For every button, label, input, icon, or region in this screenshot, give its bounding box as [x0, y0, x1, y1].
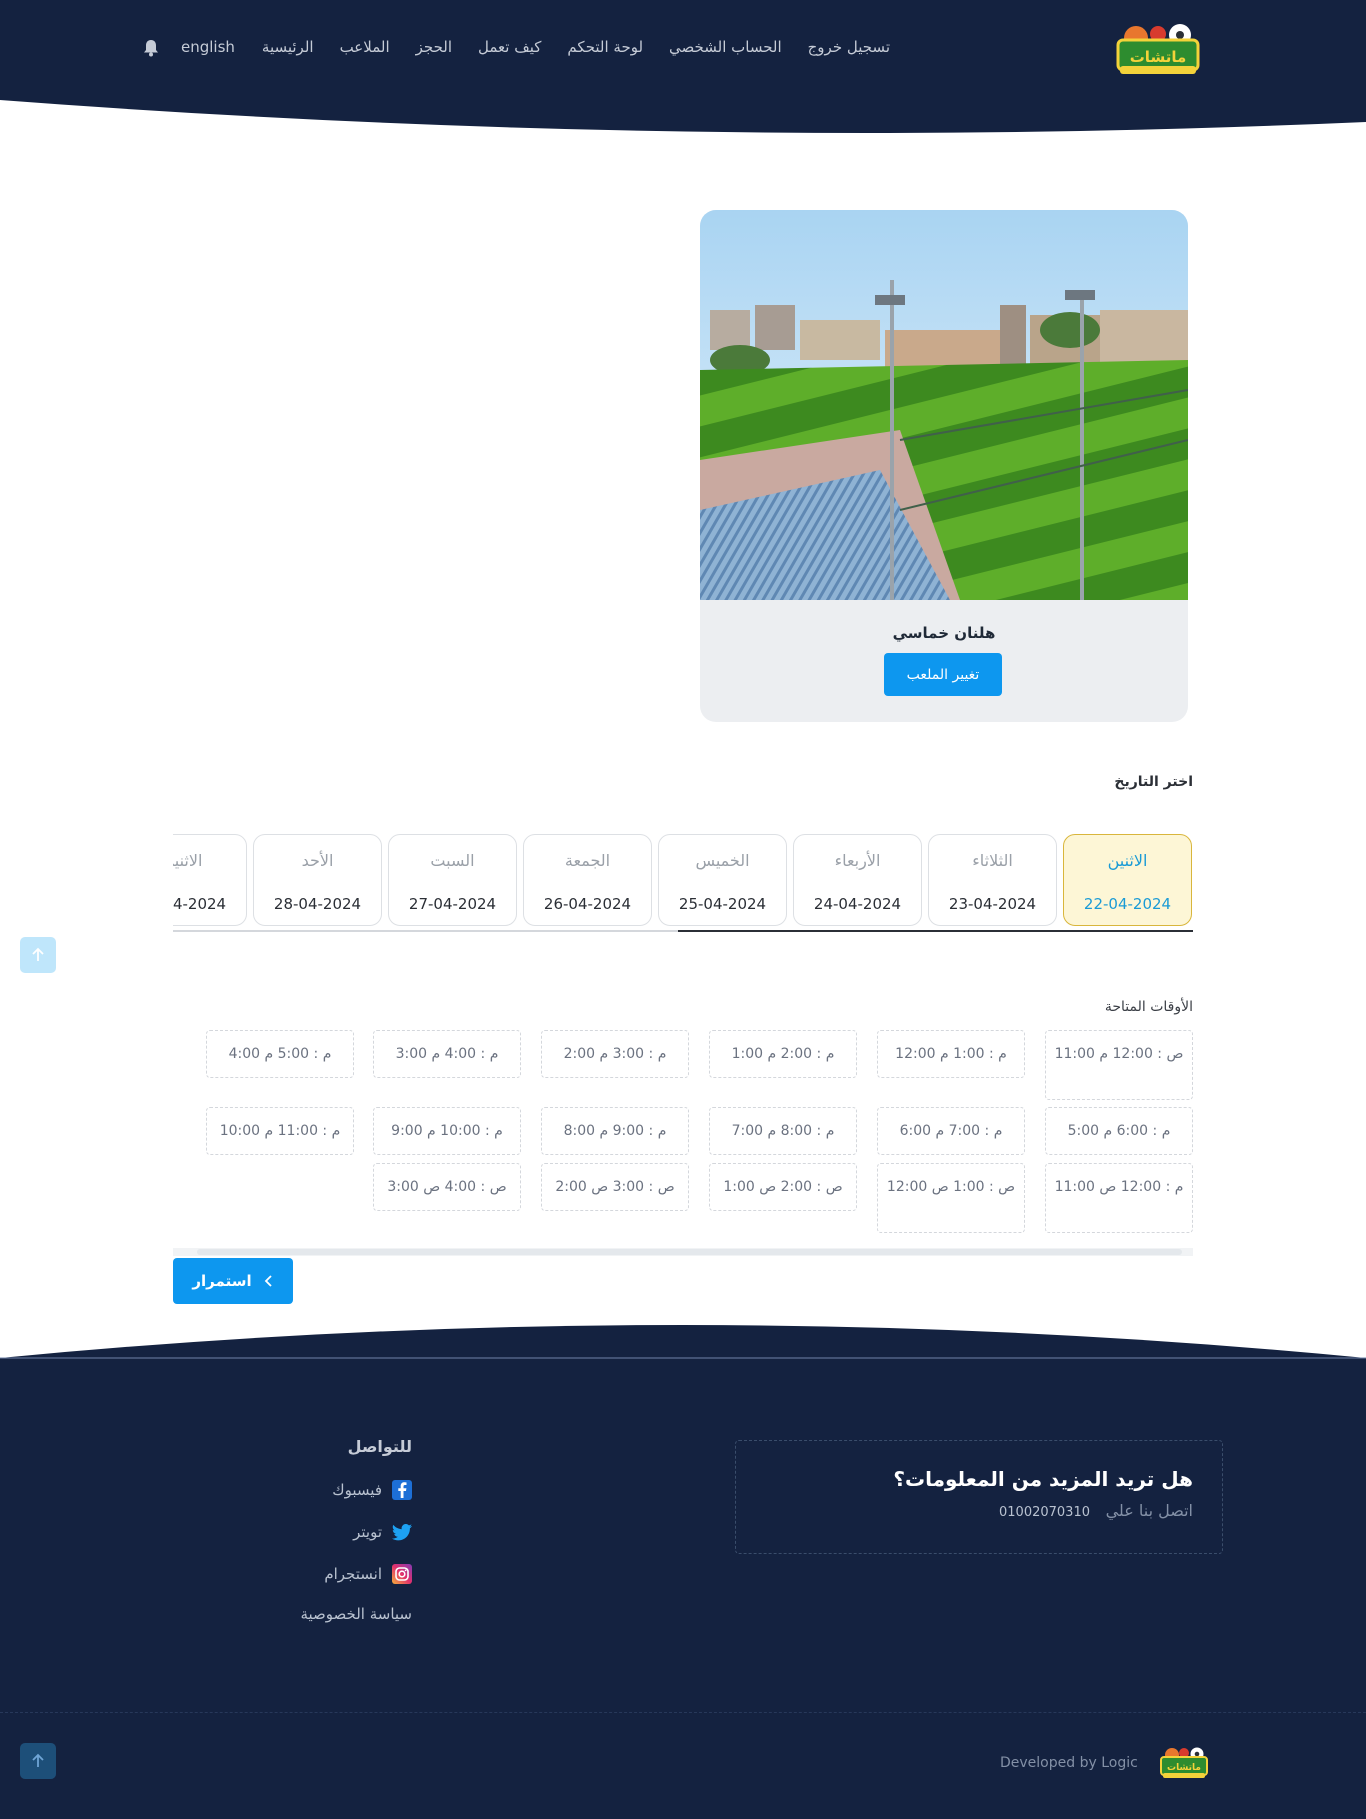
time-slot[interactable]: 2:00 ص : 3:00 ص — [541, 1163, 689, 1211]
footer-logo-text: ماتشات — [1167, 1763, 1201, 1773]
slots-scrollbar[interactable] — [173, 1248, 1193, 1256]
language-switch[interactable]: english — [181, 38, 235, 56]
contact-label: اتصل بنا علي — [1105, 1501, 1193, 1520]
developed-by: Developed by Logic — [1000, 1755, 1138, 1771]
time-slots: 11:00 ص : 12:00 م 12:00 م : 1:00 م 1:00 … — [173, 1028, 1193, 1258]
main-nav: الرئيسية الملاعب الحجز كيف تعمل لوحة الت… — [262, 38, 890, 56]
nav-booking[interactable]: الحجز — [416, 38, 452, 56]
nav-profile[interactable]: الحساب الشخصي — [669, 38, 782, 56]
info-box — [735, 1440, 1223, 1554]
footer-divider — [0, 1712, 1366, 1713]
date-tab-5[interactable]: السبت 27-04-2024 — [388, 834, 517, 926]
time-slot[interactable]: 12:00 م : 1:00 م — [877, 1030, 1025, 1078]
field-card — [700, 210, 1188, 722]
nav-logout[interactable]: تسجيل خروج — [808, 38, 890, 56]
nav-fields[interactable]: الملاعب — [340, 38, 390, 56]
scroll-top-button-footer[interactable] — [20, 1743, 56, 1779]
time-slot[interactable]: 11:00 ص : 12:00 م — [1045, 1030, 1193, 1100]
date-tab-7[interactable]: الاثنين 29-04-2024 — [173, 834, 247, 926]
date-tab-date: 23-04-2024 — [948, 895, 1037, 913]
continue-button[interactable]: استمرار — [173, 1258, 293, 1304]
date-tab-date: 22-04-2024 — [1083, 895, 1172, 913]
contact-phone[interactable]: 01002070310 — [999, 1505, 1090, 1520]
date-tab-0[interactable]: الاثنين 22-04-2024 — [1063, 834, 1192, 926]
time-slot[interactable]: 5:00 م : 6:00 م — [1045, 1107, 1193, 1155]
privacy-link[interactable]: سياسة الخصوصية — [300, 1605, 412, 1623]
date-tab-day: الاثنين — [1107, 851, 1148, 870]
date-scroll-thumb[interactable] — [678, 930, 1193, 932]
time-slot[interactable]: 12:00 ص : 1:00 ص — [877, 1163, 1025, 1233]
facebook-label: فيسبوك — [332, 1481, 382, 1499]
facebook-link[interactable]: فيسبوك — [332, 1480, 412, 1500]
twitter-label: تويتر — [353, 1523, 382, 1541]
site-header: ماتشات الرئيسية الملاعب الحجز كيف تعمل ل… — [0, 0, 1366, 135]
date-section-label: اختر التاريخ — [1114, 774, 1193, 790]
date-tab-date: 27-04-2024 — [408, 895, 497, 913]
arrow-up-icon — [32, 947, 44, 961]
time-slot[interactable]: 8:00 م : 9:00 م — [541, 1107, 689, 1155]
scroll-top-button[interactable] — [20, 937, 56, 973]
date-tab-date: 25-04-2024 — [678, 895, 767, 913]
time-slot[interactable]: 7:00 م : 8:00 م — [709, 1107, 857, 1155]
nav-how-it-works[interactable]: كيف تعمل — [478, 38, 541, 56]
date-tab-3[interactable]: الخميس 25-04-2024 — [658, 834, 787, 926]
footer-logo[interactable]: ماتشات — [1160, 1746, 1208, 1780]
date-tab-day: الأربعاء — [834, 851, 881, 870]
nav-dashboard[interactable]: لوحة التحكم — [567, 38, 643, 56]
field-name: هلنان خماسي — [892, 624, 996, 642]
twitter-icon — [392, 1522, 412, 1542]
site-logo[interactable]: ماتشات — [1116, 22, 1200, 78]
date-tab-day: الأحد — [301, 851, 334, 870]
continue-label: استمرار — [192, 1272, 252, 1290]
site-footer — [0, 1320, 1366, 1819]
instagram-link[interactable]: انستجرام — [324, 1564, 412, 1584]
field-photo — [700, 210, 1188, 600]
footer-wave-bg — [0, 1325, 1366, 1819]
date-tab-date: 29-04-2024 — [173, 895, 227, 913]
date-tab-2[interactable]: الأربعاء 24-04-2024 — [793, 834, 922, 926]
date-selector: الاثنين 22-04-2024 الثلاثاء 23-04-2024 ا… — [173, 832, 1193, 934]
time-slot[interactable]: 1:00 ص : 2:00 ص — [709, 1163, 857, 1211]
instagram-icon — [392, 1564, 412, 1584]
date-tab-date: 26-04-2024 — [543, 895, 632, 913]
date-tab-1[interactable]: الثلاثاء 23-04-2024 — [928, 834, 1057, 926]
date-tab-4[interactable]: الجمعة 26-04-2024 — [523, 834, 652, 926]
slots-scrollbar-thumb[interactable] — [197, 1249, 1182, 1255]
date-tab-day: الثلاثاء — [972, 851, 1013, 870]
date-tab-date: 28-04-2024 — [273, 895, 362, 913]
time-slot[interactable]: 11:00 م : 12:00 ص — [1045, 1163, 1193, 1233]
date-tab-day: الخميس — [695, 851, 750, 870]
instagram-label: انستجرام — [324, 1565, 382, 1583]
info-title: هل تريد المزيد من المعلومات؟ — [893, 1467, 1193, 1491]
time-slot[interactable]: 9:00 م : 10:00 م — [373, 1107, 521, 1155]
time-slot[interactable]: 1:00 م : 2:00 م — [709, 1030, 857, 1078]
time-slot[interactable]: 4:00 م : 5:00 م — [206, 1030, 354, 1078]
date-tab-day: السبت — [430, 851, 475, 870]
time-slot[interactable]: 3:00 م : 4:00 م — [373, 1030, 521, 1078]
time-slot[interactable]: 2:00 م : 3:00 م — [541, 1030, 689, 1078]
arrow-up-icon — [32, 1753, 44, 1767]
times-section-label: الأوقات المتاحة — [1104, 999, 1193, 1015]
date-tab-date: 24-04-2024 — [813, 895, 902, 913]
facebook-icon — [392, 1480, 412, 1500]
social-title: للتواصل — [347, 1437, 412, 1456]
date-tab-6[interactable]: الأحد 28-04-2024 — [253, 834, 382, 926]
twitter-link[interactable]: تويتر — [353, 1522, 412, 1542]
date-tab-day: الاثنين — [173, 851, 203, 870]
time-slot[interactable]: 10:00 م : 11:00 م — [206, 1107, 354, 1155]
chevron-left-icon — [264, 1275, 272, 1287]
time-slot[interactable]: 6:00 م : 7:00 م — [877, 1107, 1025, 1155]
time-slot[interactable]: 3:00 ص : 4:00 ص — [373, 1163, 521, 1211]
nav-home[interactable]: الرئيسية — [262, 38, 314, 56]
date-tab-day: الجمعة — [564, 851, 611, 870]
logo-text: ماتشات — [1130, 48, 1187, 66]
bell-icon[interactable] — [142, 38, 160, 58]
change-field-button[interactable]: تغيير الملعب — [884, 653, 1002, 696]
